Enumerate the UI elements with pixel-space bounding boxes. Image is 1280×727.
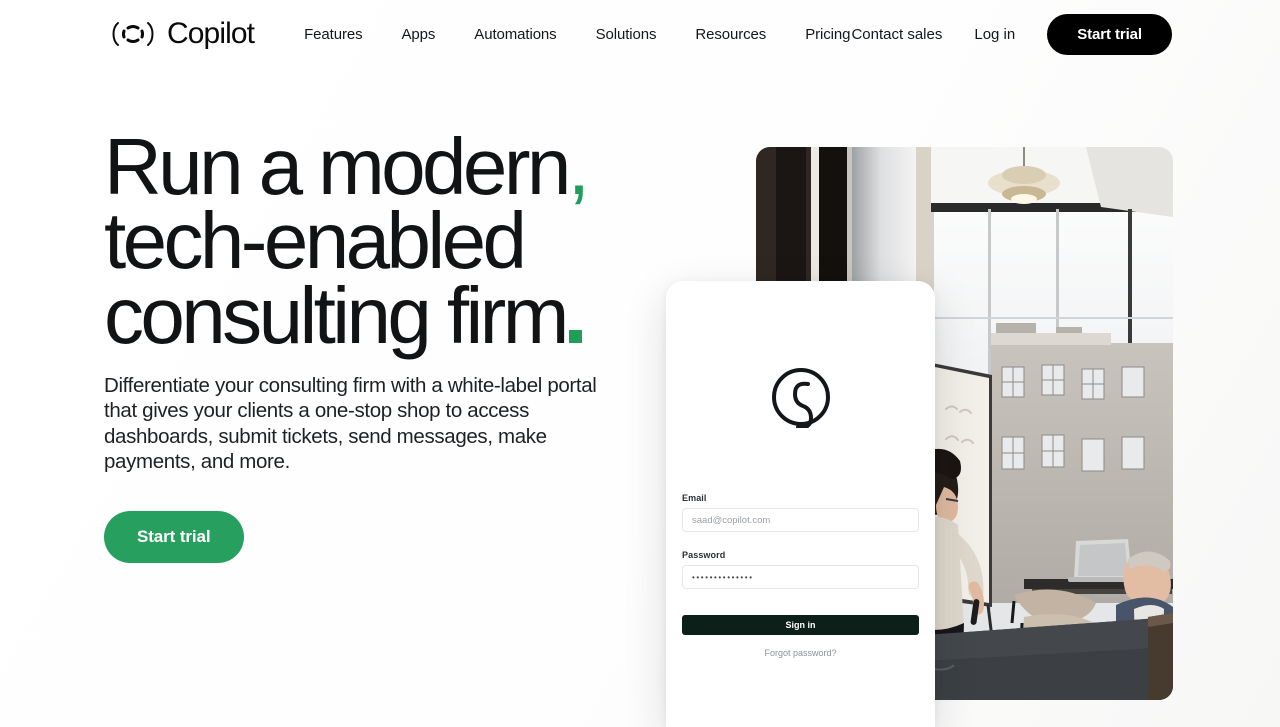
copilot-circle-mark-icon bbox=[682, 366, 919, 428]
log-in-link[interactable]: Log in bbox=[974, 26, 1015, 43]
contact-sales-link[interactable]: Contact sales bbox=[851, 26, 942, 43]
nav-item-apps[interactable]: Apps bbox=[402, 26, 436, 43]
start-trial-button-nav[interactable]: Start trial bbox=[1047, 13, 1172, 55]
nav-actions: Contact sales Log in Start trial bbox=[851, 13, 1172, 55]
brand-logo[interactable]: Copilot bbox=[108, 17, 255, 50]
page-title: Run a modern, tech-enabled consulting fi… bbox=[104, 127, 664, 356]
headline-accent-period bbox=[568, 329, 582, 343]
password-label: Password bbox=[682, 550, 726, 560]
password-input[interactable]: •••••••••••••• bbox=[682, 565, 919, 589]
password-field-group: Password •••••••••••••• bbox=[682, 550, 919, 589]
copilot-parenthesis-logo-icon bbox=[108, 19, 158, 49]
hero-content: Run a modern, tech-enabled consulting fi… bbox=[104, 127, 664, 563]
nav-item-solutions[interactable]: Solutions bbox=[596, 26, 657, 43]
nav-item-pricing[interactable]: Pricing bbox=[805, 26, 850, 43]
email-label: Email bbox=[682, 493, 707, 503]
sign-in-button[interactable]: Sign in bbox=[682, 615, 919, 635]
login-card: Email saad@copilot.com Password ••••••••… bbox=[666, 281, 935, 727]
nav-item-resources[interactable]: Resources bbox=[695, 26, 766, 43]
nav-links: Features Apps Automations Solutions Reso… bbox=[304, 26, 850, 43]
landing-page: Copilot Features Apps Automations Soluti… bbox=[0, 0, 1280, 727]
start-trial-button-hero[interactable]: Start trial bbox=[104, 510, 244, 563]
forgot-password-link[interactable]: Forgot password? bbox=[682, 648, 919, 658]
nav-item-features[interactable]: Features bbox=[304, 26, 363, 43]
email-input[interactable]: saad@copilot.com bbox=[682, 508, 919, 532]
headline-line-3: consulting firm bbox=[104, 270, 569, 360]
brand-name: Copilot bbox=[167, 17, 255, 50]
email-field-group: Email saad@copilot.com bbox=[682, 493, 919, 532]
headline-accent-comma: , bbox=[567, 122, 590, 211]
hero-subtitle: Differentiate your consulting firm with … bbox=[104, 374, 597, 473]
nav-item-automations[interactable]: Automations bbox=[474, 26, 556, 43]
top-navigation-bar: Copilot Features Apps Automations Soluti… bbox=[0, 0, 1280, 68]
